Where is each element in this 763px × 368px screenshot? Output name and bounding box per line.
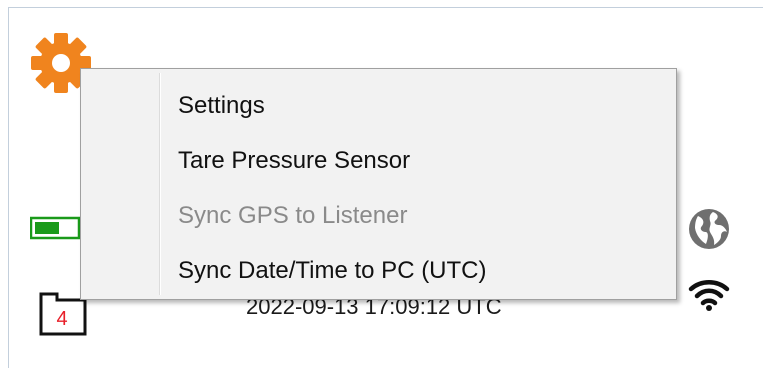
- context-menu: Settings Tare Pressure Sensor Sync GPS t…: [80, 68, 677, 300]
- menu-item-settings[interactable]: Settings: [83, 83, 674, 129]
- globe-icon: [689, 209, 729, 249]
- calendar-count: 4: [56, 308, 68, 330]
- menu-item-tare-pressure-sensor[interactable]: Tare Pressure Sensor: [83, 138, 674, 184]
- battery-icon: [30, 216, 85, 240]
- wifi-icon: [688, 280, 730, 311]
- menu-item-sync-datetime[interactable]: Sync Date/Time to PC (UTC): [83, 248, 674, 294]
- menu-item-sync-gps: Sync GPS to Listener: [178, 202, 408, 229]
